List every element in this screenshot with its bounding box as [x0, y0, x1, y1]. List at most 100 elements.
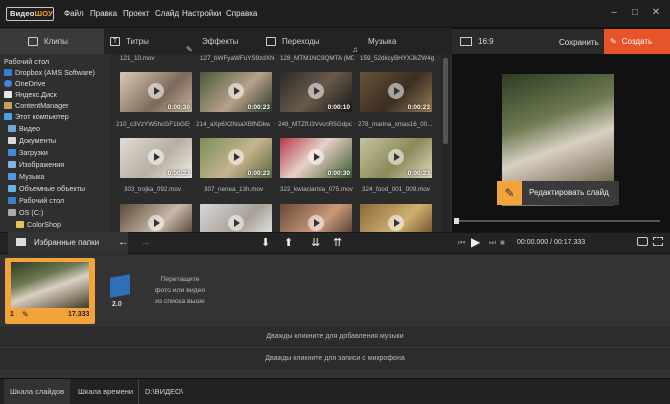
tree-item-onedrive[interactable]: OneDrive	[4, 78, 45, 89]
tree-item-downloads[interactable]: Загрузки	[8, 147, 48, 158]
media-filename: 210_c3VzYW5hcGF1bGEy...	[116, 121, 190, 128]
magic-wand-icon: ✎	[186, 45, 193, 55]
media-thumbnail[interactable]: 0:00:23	[120, 138, 192, 178]
camera-icon[interactable]	[637, 237, 648, 246]
menu-settings[interactable]: Настройки	[182, 9, 221, 18]
move-up-icon[interactable]: ⬆	[284, 236, 293, 249]
media-thumbnail[interactable]: 0:00:23	[200, 138, 272, 178]
media-filename: 127_bWFyaWFuYS9zdXNh...	[200, 55, 274, 62]
media-scrollbar[interactable]	[442, 54, 450, 232]
menu-slide[interactable]: Слайд	[155, 9, 179, 18]
save-button[interactable]: Сохранить	[559, 38, 599, 47]
3d-objects-icon	[8, 185, 16, 192]
edit-pen-icon[interactable]: ✎	[22, 310, 29, 319]
video-folder-icon	[8, 125, 16, 132]
media-thumbnail[interactable]: 0:00:23	[360, 72, 432, 112]
tree-item-images[interactable]: Изображения	[8, 159, 64, 170]
tab-transitions[interactable]: Переходы	[266, 29, 346, 54]
media-thumbnail[interactable]: 0:00:23	[200, 72, 272, 112]
tab-effects[interactable]: ✎Эффекты	[186, 29, 266, 54]
move-all-down-icon[interactable]: ⇊	[311, 236, 320, 249]
tree-item-video[interactable]: Видео	[8, 123, 40, 134]
playback-progress[interactable]	[454, 218, 660, 224]
media-thumbnail[interactable]	[120, 204, 192, 232]
create-button[interactable]: ✎ Создать	[604, 29, 670, 54]
close-button[interactable]: ✕	[650, 8, 662, 18]
media-thumbnail[interactable]: 0:00:23	[360, 138, 432, 178]
media-thumbnail[interactable]	[280, 204, 352, 232]
move-down-icon[interactable]: ⬇	[261, 236, 270, 249]
pen-icon: ✎	[497, 181, 522, 205]
tree-item-desktop[interactable]: Рабочий стол	[8, 195, 64, 206]
edit-slide-button[interactable]: ✎ Редактировать слайд	[497, 181, 619, 205]
forward-arrow-icon[interactable]: →	[140, 236, 151, 248]
tree-item-drive-c[interactable]: OS (C:)	[8, 207, 43, 218]
tab-slides-timeline[interactable]: Шкала слайдов	[4, 379, 71, 404]
menu-help[interactable]: Справка	[226, 9, 257, 18]
images-icon	[8, 161, 16, 168]
tab-time-timeline[interactable]: Шкала времени	[72, 379, 139, 404]
tree-item-contentmanager[interactable]: ContentManager	[4, 100, 69, 111]
tree-item-yandex[interactable]: Яндекс.Диск	[4, 89, 57, 100]
slide-thumbnail	[11, 262, 89, 308]
transition-block[interactable]: 2.0	[97, 271, 141, 313]
media-filename: 303_trojka_092.mov	[124, 186, 182, 193]
play-icon	[228, 83, 244, 99]
tree-item-dropbox[interactable]: Dropbox (AMS Software)	[4, 67, 95, 78]
current-path: D:\ВИДЕО\	[138, 379, 189, 404]
skip-forward-icon[interactable]: ⏭	[489, 238, 496, 248]
drop-hint: Перетащите фото или видео из списка выше	[154, 276, 206, 305]
media-filename: 322_kwiaciarnia_075.mov	[280, 186, 353, 193]
scrollbar-thumb[interactable]	[443, 58, 448, 144]
downloads-icon	[8, 149, 16, 156]
media-thumbnail[interactable]	[360, 204, 432, 232]
computer-icon	[4, 113, 12, 120]
menu-file[interactable]: Файл	[64, 9, 84, 18]
play-icon	[148, 149, 164, 165]
tab-music[interactable]: ♫Музыка	[352, 29, 432, 54]
tree-item-desktop-root[interactable]: Рабочий стол	[4, 56, 49, 67]
media-thumbnail[interactable]: 0:00:30	[120, 72, 192, 112]
transition-icon	[110, 274, 130, 298]
skip-back-icon[interactable]: ⏮	[458, 238, 465, 248]
tab-titles[interactable]: T Титры	[110, 29, 180, 54]
media-grid: 121_10.mov 127_bWFyaWFuYS9zdXNh... 128_M…	[112, 54, 440, 232]
aspect-ratio[interactable]: 16:9	[478, 37, 494, 46]
menu-project[interactable]: Проект	[123, 9, 149, 18]
menu-edit[interactable]: Правка	[90, 9, 117, 18]
play-icon	[228, 215, 244, 231]
back-arrow-icon[interactable]: ←	[118, 236, 129, 248]
move-all-up-icon[interactable]: ⇈	[333, 236, 342, 249]
app-window: ВидеоШОУ Файл Правка Проект Слайд Настро…	[0, 0, 670, 404]
fullscreen-icon[interactable]	[653, 237, 663, 246]
play-button[interactable]: ▶	[471, 235, 480, 249]
desktop-icon	[8, 197, 16, 204]
voice-track[interactable]: Дважды кликните для записи с микрофона	[0, 347, 670, 369]
play-icon	[148, 83, 164, 99]
minimize-button[interactable]: –	[608, 8, 620, 18]
time-display: 00:00.000 / 00:17.333	[517, 239, 586, 246]
play-icon	[228, 149, 244, 165]
play-icon	[388, 215, 404, 231]
tree-item-colorshop[interactable]: ColorShop	[16, 219, 61, 230]
tree-item-documents[interactable]: Документы	[8, 135, 56, 146]
monitor-icon	[460, 37, 472, 46]
media-thumbnail[interactable]: 0:00:30	[280, 138, 352, 178]
slide-card[interactable]: 1 ✎ 17.333	[5, 258, 95, 324]
media-filename: 307_nenea_13h.mov	[204, 186, 264, 193]
tree-item-3d-objects[interactable]: Объемные объекты	[8, 183, 85, 194]
tree-item-computer[interactable]: Этот компьютер	[4, 111, 69, 122]
media-thumbnail[interactable]: 0:00:10	[280, 72, 352, 112]
music-track[interactable]: Дважды кликните для добавления музыки	[0, 325, 670, 347]
maximize-button[interactable]: □	[629, 8, 641, 18]
folder-icon	[16, 238, 26, 246]
play-icon	[308, 149, 324, 165]
tree-item-music[interactable]: Музыка	[8, 171, 44, 182]
tab-clips[interactable]: Клипы	[0, 29, 104, 54]
stop-icon[interactable]: ■	[500, 238, 505, 247]
favorites-button[interactable]: Избранные папки	[8, 232, 128, 254]
media-filename: 324_food_001_009.mov	[362, 186, 430, 193]
progress-handle[interactable]	[454, 218, 459, 224]
media-thumbnail[interactable]	[200, 204, 272, 232]
pen-icon: ✎	[610, 37, 617, 46]
